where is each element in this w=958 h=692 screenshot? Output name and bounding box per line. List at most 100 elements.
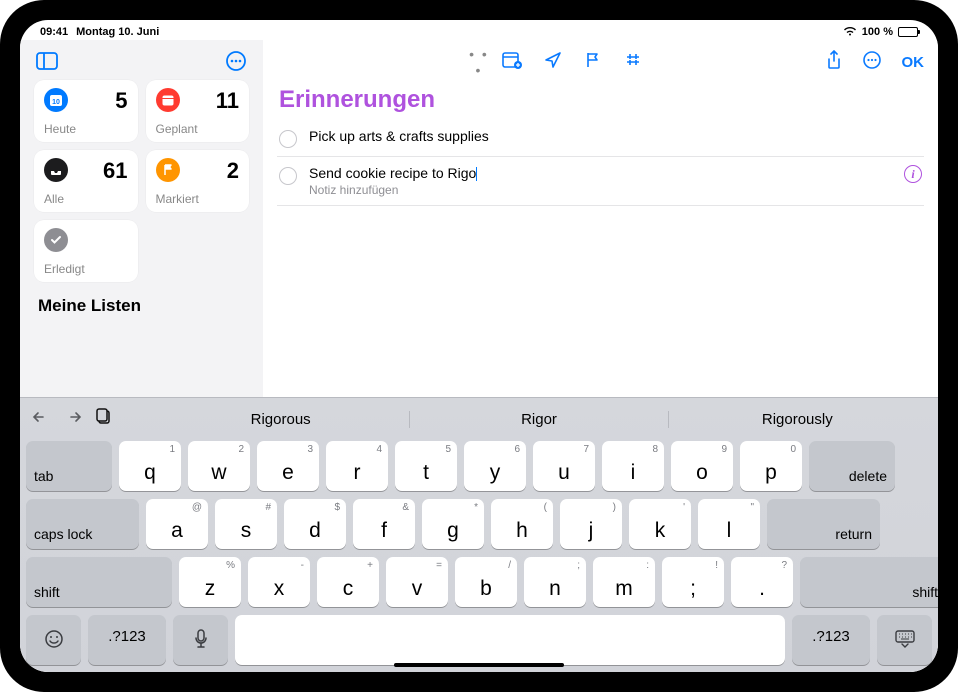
- inbox-icon: [44, 158, 68, 182]
- key-x[interactable]: x-: [248, 557, 310, 607]
- tile-all-count: 61: [103, 158, 127, 184]
- tile-flagged-label: Markiert: [156, 192, 240, 206]
- onscreen-keyboard: Rigorous Rigor Rigorously tab q1w2e3r4t5…: [20, 397, 938, 672]
- suggestion[interactable]: Rigorously: [669, 411, 926, 428]
- key-n[interactable]: n;: [524, 557, 586, 607]
- key-m[interactable]: m:: [593, 557, 655, 607]
- key-t[interactable]: t5: [395, 441, 457, 491]
- more-toolbar-icon[interactable]: [862, 50, 882, 75]
- tile-completed[interactable]: Erledigt: [34, 220, 138, 282]
- key-f[interactable]: f&: [353, 499, 415, 549]
- keyboard-row-1: tab q1w2e3r4t5y6u7i8o9p0delete: [26, 441, 932, 491]
- tile-today-label: Heute: [44, 122, 128, 136]
- reminder-row-editing[interactable]: Send cookie recipe to Rigo Notiz hinzufü…: [277, 157, 924, 206]
- undo-icon[interactable]: [32, 410, 50, 429]
- done-button[interactable]: OK: [902, 54, 925, 71]
- capslock-key[interactable]: caps lock: [26, 499, 139, 549]
- calendar-today-icon: 10: [44, 88, 68, 112]
- svg-text:10: 10: [52, 99, 60, 106]
- home-indicator[interactable]: [394, 663, 564, 667]
- complete-checkbox[interactable]: [279, 167, 297, 185]
- calendar-add-icon[interactable]: [502, 51, 522, 74]
- tile-scheduled[interactable]: 11 Geplant: [146, 80, 250, 142]
- key-k[interactable]: k': [629, 499, 691, 549]
- key-c[interactable]: c+: [317, 557, 379, 607]
- wifi-icon: [843, 26, 857, 39]
- key-s[interactable]: s#: [215, 499, 277, 549]
- clipboard-icon[interactable]: [96, 408, 111, 430]
- keyboard-row-3: shift z%x-c+v=b/n;m:;!.?shift: [26, 557, 932, 607]
- reminder-title[interactable]: Pick up arts & crafts supplies: [309, 128, 922, 144]
- key-y[interactable]: y6: [464, 441, 526, 491]
- screen: 09:41 Montag 10. Juni 100 % • • •: [20, 20, 938, 672]
- key-q[interactable]: q1: [119, 441, 181, 491]
- tile-all[interactable]: 61 Alle: [34, 150, 138, 212]
- tile-completed-label: Erledigt: [44, 262, 128, 276]
- suggestion[interactable]: Rigor: [410, 411, 668, 428]
- status-bar: 09:41 Montag 10. Juni 100 %: [20, 20, 938, 40]
- key-g[interactable]: g*: [422, 499, 484, 549]
- keyboard-row-4: .?123 .?123: [26, 615, 932, 665]
- key-u[interactable]: u7: [533, 441, 595, 491]
- reminder-title-editing[interactable]: Send cookie recipe to Rigo: [309, 165, 892, 181]
- checkmark-icon: [44, 228, 68, 252]
- status-date: Montag 10. Juni: [76, 26, 159, 38]
- key-o[interactable]: o9: [671, 441, 733, 491]
- key-l[interactable]: l": [698, 499, 760, 549]
- more-icon[interactable]: [225, 50, 247, 72]
- list-title: Erinnerungen: [277, 78, 924, 120]
- my-lists-header: Meine Listen: [30, 282, 253, 320]
- return-key[interactable]: return: [767, 499, 880, 549]
- key-z[interactable]: z%: [179, 557, 241, 607]
- text-cursor: [476, 167, 477, 181]
- redo-icon[interactable]: [64, 410, 82, 429]
- flag-icon: [156, 158, 180, 182]
- delete-key[interactable]: delete: [809, 441, 895, 491]
- key-h[interactable]: h(: [491, 499, 553, 549]
- key-v[interactable]: v=: [386, 557, 448, 607]
- battery-percentage: 100 %: [862, 26, 893, 38]
- key-p[interactable]: p0: [740, 441, 802, 491]
- complete-checkbox[interactable]: [279, 130, 297, 148]
- tile-scheduled-count: 11: [216, 88, 239, 114]
- tag-icon[interactable]: [624, 51, 642, 74]
- keyboard-suggestions: Rigorous Rigor Rigorously: [152, 411, 926, 428]
- tile-scheduled-label: Geplant: [156, 122, 240, 136]
- tile-today[interactable]: 10 5 Heute: [34, 80, 138, 142]
- key-a[interactable]: a@: [146, 499, 208, 549]
- shift-key-right[interactable]: shift: [800, 557, 938, 607]
- key-;[interactable]: ;!: [662, 557, 724, 607]
- content-toolbar: OK: [277, 46, 924, 78]
- flag-toolbar-icon[interactable]: [584, 51, 602, 74]
- battery-icon: [898, 27, 918, 37]
- shift-key-left[interactable]: shift: [26, 557, 172, 607]
- emoji-key[interactable]: [26, 615, 81, 665]
- location-icon[interactable]: [544, 51, 562, 74]
- share-icon[interactable]: [826, 50, 842, 75]
- key-j[interactable]: j): [560, 499, 622, 549]
- key-b[interactable]: b/: [455, 557, 517, 607]
- key-e[interactable]: e3: [257, 441, 319, 491]
- number-switch-key-right[interactable]: .?123: [792, 615, 870, 665]
- tab-key[interactable]: tab: [26, 441, 112, 491]
- mic-key[interactable]: [173, 615, 228, 665]
- keyboard-row-2: caps lock a@s#d$f&g*h(j)k'l"return: [26, 499, 932, 549]
- reminder-row[interactable]: Pick up arts & crafts supplies: [277, 120, 924, 157]
- key-i[interactable]: i8: [602, 441, 664, 491]
- calendar-icon: [156, 88, 180, 112]
- multitask-handle-icon[interactable]: • • •: [464, 46, 494, 78]
- key-r[interactable]: r4: [326, 441, 388, 491]
- tile-all-label: Alle: [44, 192, 128, 206]
- key-.[interactable]: .?: [731, 557, 793, 607]
- add-note-placeholder[interactable]: Notiz hinzufügen: [309, 183, 892, 197]
- tile-flagged[interactable]: 2 Markiert: [146, 150, 250, 212]
- key-w[interactable]: w2: [188, 441, 250, 491]
- key-d[interactable]: d$: [284, 499, 346, 549]
- sidebar-toggle-icon[interactable]: [36, 52, 58, 70]
- number-switch-key-left[interactable]: .?123: [88, 615, 166, 665]
- info-icon[interactable]: i: [904, 165, 922, 183]
- space-key[interactable]: [235, 615, 785, 665]
- dismiss-keyboard-key[interactable]: [877, 615, 932, 665]
- suggestion[interactable]: Rigorous: [152, 411, 410, 428]
- status-time: 09:41: [40, 26, 68, 38]
